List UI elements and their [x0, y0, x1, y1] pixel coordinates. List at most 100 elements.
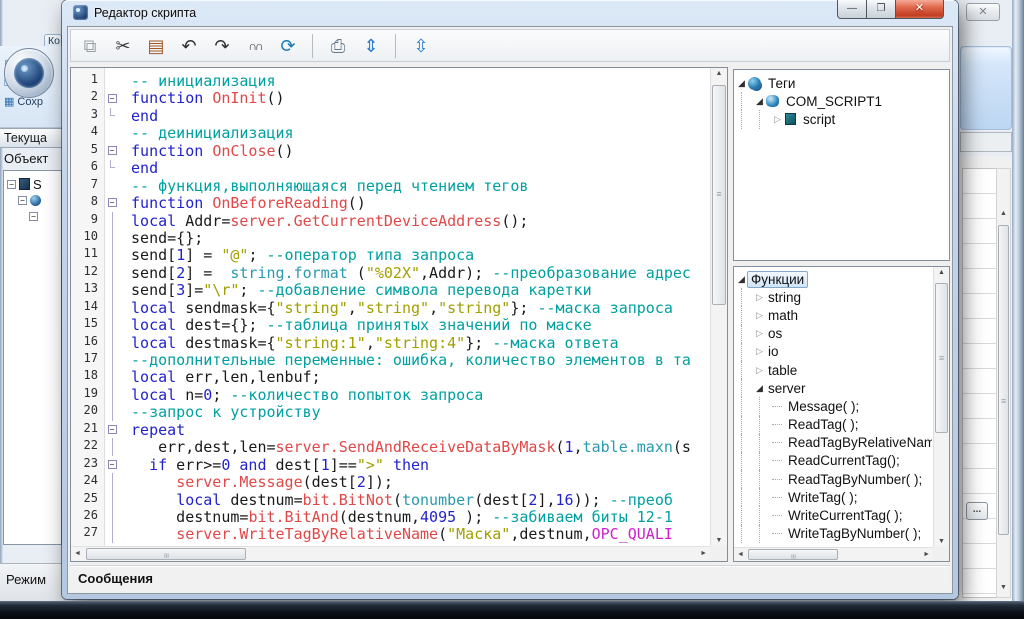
objects-tree[interactable]: −S−−: [3, 170, 62, 545]
expander-closed-icon[interactable]: ▷: [754, 292, 765, 303]
scroll-up-icon[interactable]: ▲: [711, 70, 727, 77]
scrollbar-thumb[interactable]: ≡: [935, 283, 948, 433]
tree-item-writetagbynumber[interactable]: WriteTagByNumber( );: [736, 525, 932, 543]
scrollbar-thumb[interactable]: ≡: [748, 549, 838, 560]
tree-guide: [741, 470, 754, 488]
tree-item-теги[interactable]: ◢Теги: [736, 74, 947, 92]
refresh-button[interactable]: ⟳: [274, 32, 302, 60]
scrollbar-thumb[interactable]: ≡: [86, 548, 246, 560]
line-number: 27: [71, 525, 104, 542]
tree-item-readtag[interactable]: ReadTag( );: [736, 416, 932, 434]
more-button[interactable]: ...: [966, 502, 988, 520]
scroll-up-icon[interactable]: ▲: [934, 269, 949, 276]
paste-icon: ▤: [147, 37, 164, 55]
taskbar[interactable]: [0, 601, 1024, 619]
tree-item-script[interactable]: ▷script: [736, 110, 947, 128]
cut-button[interactable]: ✂: [109, 32, 137, 60]
app-orb-button[interactable]: [4, 48, 54, 98]
toolbar-separator: [312, 34, 313, 58]
script-editor-dialog: Редактор скрипта — ❐ ✕ ⧉ ✂ ▤ ↶↷∩∩⟳ ⎙ ⇕ ⇳ 12345…: [62, 0, 958, 599]
tree-item-string[interactable]: ▷string: [736, 288, 932, 306]
tree-item-server[interactable]: ◢server: [736, 379, 932, 397]
expander-closed-icon[interactable]: ▷: [754, 328, 765, 339]
fold-collapse-icon[interactable]: −: [108, 425, 117, 434]
expander-closed-icon[interactable]: ▷: [754, 365, 765, 376]
copy-icon: ⧉: [84, 37, 97, 55]
code-editor[interactable]: 1234567891011121314151617181920212223242…: [70, 67, 728, 562]
expand-vertical-icon: ⇕: [363, 37, 378, 55]
dialog-titlebar[interactable]: Редактор скрипта — ❐ ✕: [62, 0, 958, 26]
code-segment: };: [510, 299, 537, 317]
editor-vertical-scrollbar[interactable]: ▲ ≡ ▼: [710, 68, 727, 546]
paste-button[interactable]: ▤: [142, 32, 170, 60]
tree-item-readcurrenttag[interactable]: ReadCurrentTag();: [736, 452, 932, 470]
maximize-button[interactable]: ❐: [867, 0, 896, 19]
tree-item-math[interactable]: ▷math: [736, 306, 932, 324]
collapse-icon[interactable]: −: [7, 180, 16, 189]
scroll-right-icon[interactable]: ►: [923, 548, 930, 561]
tree-item-os[interactable]: ▷os: [736, 325, 932, 343]
fold-marker[interactable]: −: [105, 89, 119, 106]
code-segment: ] =: [185, 264, 230, 282]
tags-grid[interactable]: [962, 168, 996, 598]
redo-button[interactable]: ↷: [208, 32, 236, 60]
fold-marker[interactable]: −: [105, 456, 119, 473]
code-segment: end: [122, 107, 158, 125]
editor-horizontal-scrollbar[interactable]: ◄ ≡ ►: [71, 546, 710, 561]
find-button[interactable]: ∩∩: [241, 32, 269, 60]
functions-vertical-scrollbar[interactable]: ▲ ≡ ▼: [933, 267, 949, 547]
tree-item-readtagbyrelativename[interactable]: ReadTagByRelativeName( );: [736, 434, 932, 452]
fold-marker[interactable]: −: [105, 142, 119, 159]
expander-open-icon[interactable]: ◢: [754, 383, 765, 394]
expander-open-icon[interactable]: ◢: [736, 274, 747, 285]
scroll-down-icon[interactable]: ▼: [934, 538, 949, 545]
scroll-down-icon[interactable]: ▼: [998, 581, 1009, 595]
fit-vertical-button[interactable]: ⇳: [407, 32, 435, 60]
tree-item-node[interactable]: −: [4, 192, 61, 208]
verify-button[interactable]: ⎙: [324, 32, 352, 60]
expander-open-icon[interactable]: ◢: [736, 78, 747, 89]
undo-button[interactable]: ↶: [175, 32, 203, 60]
scroll-right-icon[interactable]: ►: [700, 547, 707, 561]
tree-item-table[interactable]: ▷table: [736, 361, 932, 379]
tree-item-writecurrenttag[interactable]: WriteCurrentTag( );: [736, 506, 932, 524]
scroll-left-icon[interactable]: ◄: [74, 547, 81, 561]
tree-item-writetag[interactable]: WriteTag( );: [736, 488, 932, 506]
tree-item-readtagbynumber[interactable]: ReadTagByNumber( );: [736, 470, 932, 488]
scrollbar-thumb[interactable]: ≡: [712, 85, 726, 305]
functions-horizontal-scrollbar[interactable]: ◄ ≡ ►: [734, 547, 933, 561]
tree-guide: [741, 306, 754, 324]
main-window-close-button[interactable]: ✕: [966, 3, 1000, 21]
copy-button[interactable]: ⧉: [76, 32, 104, 60]
tree-item-com-script1[interactable]: ◢COM_SCRIPT1: [736, 92, 947, 110]
scroll-left-icon[interactable]: ◄: [737, 548, 744, 561]
expander-closed-icon[interactable]: ▷: [754, 346, 765, 357]
fold-marker[interactable]: −: [105, 421, 119, 438]
fold-collapse-icon[interactable]: −: [108, 198, 117, 207]
expander-closed-icon[interactable]: ▷: [754, 310, 765, 321]
fold-collapse-icon[interactable]: −: [108, 146, 117, 155]
scroll-up-icon[interactable]: ▲: [998, 207, 1009, 221]
scroll-down-icon[interactable]: ▼: [711, 537, 727, 544]
fold-marker[interactable]: −: [105, 194, 119, 211]
tree-item-label: ReadCurrentTag();: [785, 453, 903, 468]
expand-vertical-button[interactable]: ⇕: [357, 32, 385, 60]
fold-collapse-icon[interactable]: −: [108, 94, 117, 103]
expander-closed-icon[interactable]: ▷: [772, 114, 783, 125]
code-fold-column[interactable]: − − − − −: [105, 68, 119, 546]
tree-item-node[interactable]: −: [4, 208, 61, 224]
tree-item-функции[interactable]: ◢Функции: [736, 270, 932, 288]
collapse-icon[interactable]: −: [29, 212, 38, 221]
tags-grid-scrollbar[interactable]: ▲ ≡ ▼: [996, 168, 1011, 598]
scrollbar-thumb[interactable]: ≡: [998, 225, 1009, 535]
tree-item-message[interactable]: Message( );: [736, 397, 932, 415]
code-text-area[interactable]: -- инициализация function OnInit() end -…: [119, 68, 710, 546]
tree-item-s[interactable]: −S: [4, 176, 61, 192]
minimize-button[interactable]: —: [837, 0, 867, 19]
line-number: 9: [71, 212, 104, 229]
collapse-icon[interactable]: −: [18, 196, 27, 205]
fold-collapse-icon[interactable]: −: [108, 460, 117, 469]
close-button[interactable]: ✕: [896, 0, 944, 19]
tree-item-io[interactable]: ▷io: [736, 343, 932, 361]
expander-open-icon[interactable]: ◢: [754, 96, 765, 107]
